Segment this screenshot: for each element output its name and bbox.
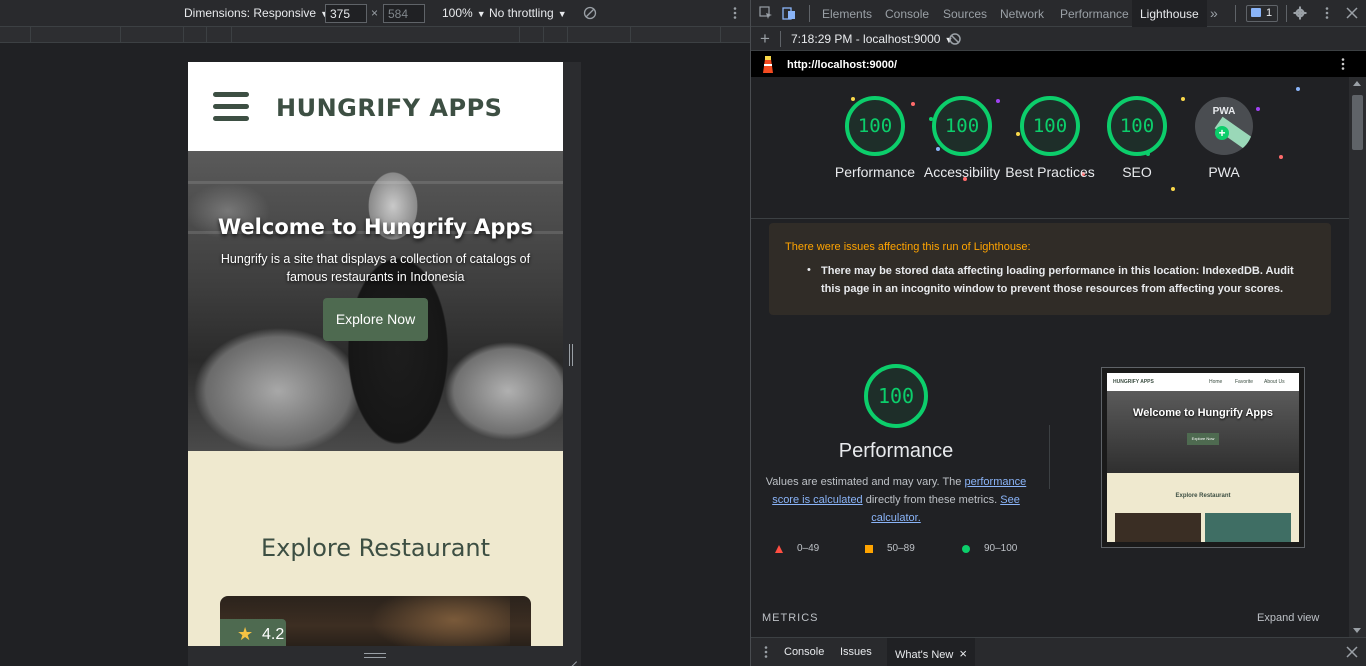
lighthouse-toolbar: + 7:18:29 PM - localhost:9000 ▼ [751,27,1366,51]
thumbnail-nav-home: Home [1209,379,1223,385]
score-label-best-practices[interactable]: Best Practices [1000,163,1100,181]
site-header: HUNGRIFY APPS [188,62,563,151]
metrics-heading: METRICS [762,612,819,624]
device-toggle-icon[interactable] [782,6,796,20]
caret-down-icon: ▼ [476,9,486,19]
score-gauge-seo[interactable]: 100 [1107,96,1167,156]
warning-message: There may be stored data affecting loadi… [821,265,1294,295]
pwa-badge-icon[interactable]: PWA + [1195,97,1253,155]
score-gauge-best-practices[interactable]: 100 [1020,96,1080,156]
thumbnail-hero-title: Welcome to Hungrify Apps [1133,407,1273,419]
screen: Dimensions: Responsive▼ × 100%▼ No throt… [0,0,1366,666]
drawer-menu-icon[interactable] [759,645,773,659]
lighthouse-logo-icon [763,56,773,73]
caret-down-icon: ▼ [557,9,567,19]
report-selector[interactable]: 7:18:29 PM - localhost:9000 ▼ [791,32,953,46]
tab-network[interactable]: Network [1000,7,1044,21]
site-title: HUNGRIFY APPS [276,94,503,122]
thumbnail-nav-about: About Us [1264,379,1285,385]
score-gauge-performance[interactable]: 100 [845,96,905,156]
viewport-resize-handle-right[interactable] [563,62,581,646]
viewport-resize-corner[interactable] [563,646,581,666]
lighthouse-report: 100 Performance 100 Accessibility 100 Be… [751,77,1349,637]
rating-value: 4.2 [262,626,285,643]
throttling-dropdown[interactable]: No throttling ▼ [489,6,567,20]
final-screenshot-thumbnail[interactable]: HUNGRIFY APPS Home Favorite About Us Wel… [1101,367,1305,548]
devtools-panel: Elements Console Sources Network Perform… [751,0,1366,666]
height-input[interactable] [383,4,425,23]
drawer-tab-issues[interactable]: Issues [840,646,872,658]
new-report-plus-icon[interactable]: + [760,29,770,49]
rotate-icon[interactable] [583,6,597,20]
hamburger-menu-icon[interactable] [213,92,249,122]
performance-title: Performance [838,440,954,462]
media-query-ruler [0,27,750,43]
close-tab-icon[interactable]: × [959,646,967,661]
drawer-tabbar: Console Issues What's New × [751,637,1366,666]
issues-counter[interactable]: 1 [1246,5,1278,22]
thumbnail-nav-favorite: Favorite [1235,379,1254,385]
devtools-tabbar: Elements Console Sources Network Perform… [751,0,1366,27]
settings-gear-icon[interactable] [1293,6,1307,20]
tab-console[interactable]: Console [885,7,929,21]
report-menu-icon[interactable] [1336,57,1350,71]
pwa-badge-text: PWA [1212,106,1236,117]
device-toolbar: Dimensions: Responsive▼ × 100%▼ No throt… [0,0,750,27]
page-viewport: HUNGRIFY APPS Welcome to Hungrify Apps H… [188,62,563,646]
divider [1049,425,1050,489]
performance-score-gauge: 100 [864,364,928,428]
tab-elements[interactable]: Elements [822,7,872,21]
dimensions-dropdown[interactable]: Dimensions: Responsive▼ [184,6,329,20]
report-url-bar: http://localhost:9000/ [751,51,1366,77]
tab-sources[interactable]: Sources [943,7,987,21]
zoom-dropdown[interactable]: 100% ▼ [442,6,486,20]
more-tabs-icon[interactable]: » [1210,5,1218,21]
rating-badge: ★ 4.2 [220,619,286,646]
times-sign: × [371,6,379,20]
scroll-up-icon[interactable] [1353,81,1361,86]
drawer-tab-console[interactable]: Console [784,646,824,658]
viewport-resize-handle-bottom[interactable] [188,646,563,666]
score-gauge-accessibility[interactable]: 100 [932,96,992,156]
tab-lighthouse[interactable]: Lighthouse [1132,0,1207,27]
thumbnail-explore: Explore Restaurant [1175,493,1231,499]
performance-description: Values are estimated and may vary. The p… [765,476,1027,524]
score-label-accessibility[interactable]: Accessibility [912,163,1012,181]
circle-icon [962,545,970,553]
report-scrollbar[interactable] [1349,77,1366,637]
bullet-icon: • [807,264,811,276]
close-icon[interactable] [1345,6,1359,20]
hero-title: Welcome to Hungrify Apps [218,215,533,239]
more-options-icon[interactable] [728,6,742,20]
divider [751,218,1349,219]
thumbnail-brand: HUNGRIFY APPS [1113,379,1154,385]
tab-performance[interactable]: Performance [1060,7,1129,21]
drawer-tab-whats-new[interactable]: What's New × [887,638,975,666]
explore-now-button[interactable]: Explore Now [323,298,428,341]
star-icon: ★ [237,624,254,644]
clear-all-icon[interactable] [948,32,962,46]
more-options-icon[interactable] [1320,6,1334,20]
device-emulation-pane: Dimensions: Responsive▼ × 100%▼ No throt… [0,0,750,666]
inspect-element-icon[interactable] [759,6,773,20]
expand-view-toggle[interactable]: Expand view [1257,612,1319,624]
scroll-down-icon[interactable] [1353,628,1361,633]
warning-title: There were issues affecting this run of … [785,241,1031,253]
square-icon [865,545,873,553]
close-drawer-icon[interactable] [1345,645,1359,659]
score-label-performance[interactable]: Performance [825,163,925,181]
score-label-pwa[interactable]: PWA [1174,163,1274,181]
explore-title: Explore Restaurant [260,534,491,562]
warning-box: There were issues affecting this run of … [769,223,1331,315]
message-icon [1251,8,1261,17]
report-url[interactable]: http://localhost:9000/ [787,59,897,71]
triangle-icon [775,545,783,553]
score-label-seo[interactable]: SEO [1087,163,1187,181]
hero-section: Welcome to Hungrify Apps Hungrify is a s… [188,151,563,451]
hero-subtitle: Hungrify is a site that displays a colle… [220,252,531,284]
scrollbar-thumb[interactable] [1352,95,1363,150]
thumbnail-button: Explore Now [1187,433,1219,445]
width-input[interactable] [325,4,367,23]
issues-count: 1 [1266,7,1273,19]
